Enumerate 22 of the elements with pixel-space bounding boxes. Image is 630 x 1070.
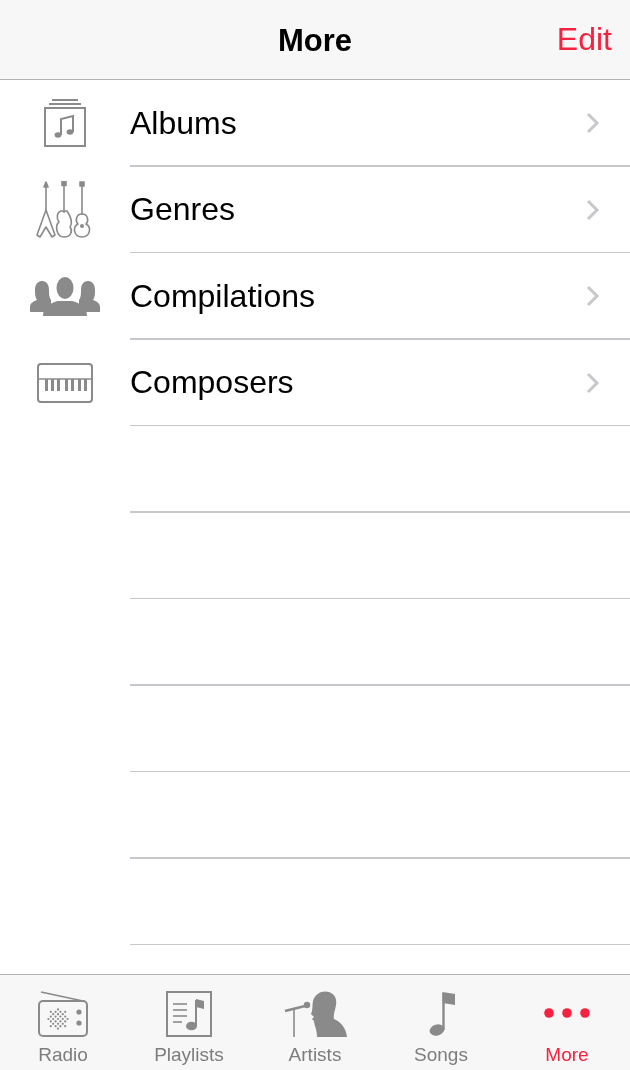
keyboard-icon [37, 362, 93, 403]
chevron-icon [586, 198, 600, 221]
albums-icon [43, 99, 87, 148]
singer-icon [283, 989, 347, 1037]
list-item[interactable]: Composers [0, 339, 630, 426]
people-icon [30, 276, 100, 317]
nav-title: More [277, 21, 353, 59]
tab[interactable]: Radio [0, 975, 126, 1070]
tab[interactable]: Artists [252, 975, 378, 1070]
tab[interactable]: More [504, 975, 630, 1070]
tab[interactable]: Songs [378, 975, 504, 1070]
more-dots-icon [543, 1007, 591, 1019]
radio-icon [38, 991, 88, 1037]
list-item[interactable]: Genres [0, 166, 630, 253]
chevron-icon [586, 112, 600, 135]
chevron-icon [586, 285, 600, 308]
playlist-icon [166, 991, 212, 1037]
list-item[interactable]: Albums [0, 80, 630, 167]
list-item[interactable]: Compilations [0, 253, 630, 340]
chevron-icon [586, 371, 600, 394]
tab[interactable]: Playlists [126, 975, 252, 1070]
edit-button[interactable]: Edit [554, 19, 614, 60]
